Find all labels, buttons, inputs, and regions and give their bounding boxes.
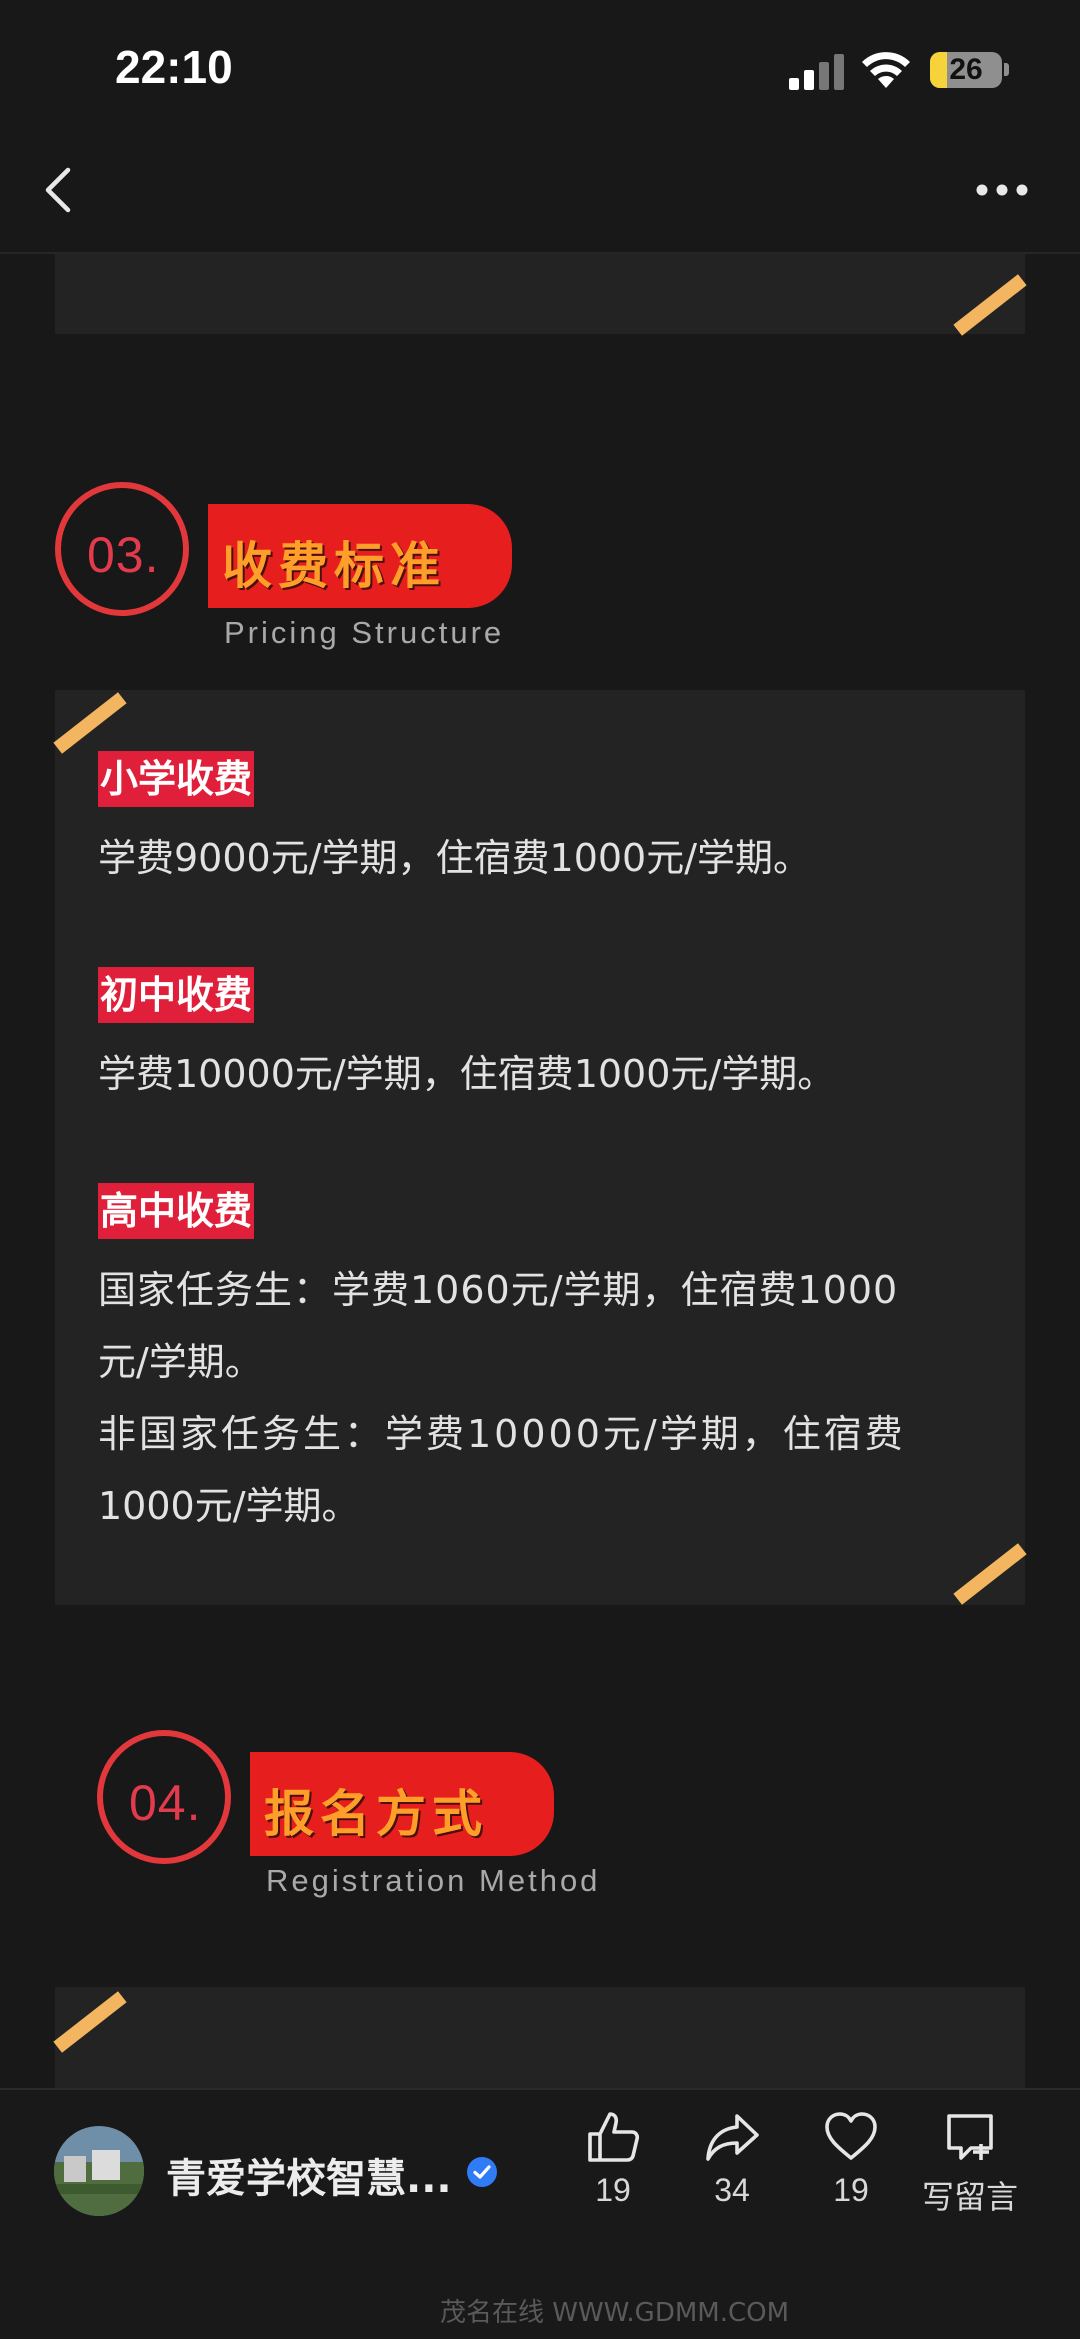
high-fee-line-1: 国家任务生：学费1060元/学期，住宿费1000 <box>98 1268 899 1312</box>
section-03-title: 收费标准 <box>222 537 446 595</box>
middle-fee-text: 学费10000元/学期，住宿费1000元/学期。 <box>98 1052 836 1096</box>
high-fee-line-2: 元/学期。 <box>98 1340 263 1384</box>
middle-fee-tag: 初中收费 <box>98 967 255 1023</box>
previous-section-panel <box>55 254 1027 336</box>
section-04-subtitle: Registration Method <box>266 1863 601 1898</box>
pricing-panel: 小学收费 学费9000元/学期，住宿费1000元/学期。 初中收费 学费1000… <box>53 690 1027 1605</box>
high-fee-tag: 高中收费 <box>98 1183 255 1239</box>
high-fee-line-4: 1000元/学期。 <box>98 1484 360 1528</box>
pricing-item-middle: 初中收费 <box>98 967 255 1023</box>
primary-fee-tag: 小学收费 <box>98 751 255 807</box>
back-chevron-icon[interactable] <box>30 160 90 220</box>
primary-fee-text: 学费9000元/学期，住宿费1000元/学期。 <box>98 836 812 880</box>
account-name[interactable]: 青爱学校智慧... <box>166 2146 452 2204</box>
section-03-badge: 03. <box>55 482 189 616</box>
section-04-badge: 04. <box>97 1730 231 1864</box>
write-comment-button[interactable]: 写留言 <box>915 2108 1025 2218</box>
section-03-number: 03. <box>87 527 160 583</box>
cellular-signal-icon <box>789 54 845 90</box>
share-button[interactable]: 34 <box>677 2108 787 2209</box>
account-avatar[interactable] <box>54 2126 144 2216</box>
verified-badge-icon <box>467 2157 497 2187</box>
section-04-title-pill: 报名方式 <box>250 1752 554 1856</box>
battery-cap <box>1004 63 1009 76</box>
battery-level: 26 <box>949 53 983 86</box>
share-count: 34 <box>714 2172 750 2208</box>
wifi-icon <box>862 52 910 88</box>
section-04-number: 04. <box>129 1775 202 1831</box>
section-03-title-pill: 收费标准 <box>208 504 512 608</box>
pricing-item-primary: 小学收费 <box>98 751 255 807</box>
heart-icon <box>825 2112 877 2160</box>
status-time: 22:10 <box>115 41 233 93</box>
more-options-icon[interactable] <box>970 170 1034 210</box>
registration-panel <box>53 1987 1025 2088</box>
share-arrow-icon <box>706 2114 759 2161</box>
section-03-subtitle: Pricing Structure <box>224 615 505 650</box>
favorite-button[interactable]: 19 <box>796 2108 906 2209</box>
write-comment-label: 写留言 <box>921 2178 1018 2216</box>
comment-add-icon <box>947 2114 993 2160</box>
like-count: 19 <box>595 2172 631 2208</box>
favorite-count: 19 <box>833 2172 869 2208</box>
pricing-item-high: 高中收费 <box>98 1183 255 1239</box>
high-fee-line-3: 非国家任务生：学费10000元/学期，住宿费 <box>98 1412 906 1456</box>
site-watermark: 茂名在线 WWW.GDMM.COM <box>440 2298 790 2328</box>
like-button[interactable]: 19 <box>558 2108 668 2209</box>
battery-icon: 26 <box>930 52 1002 88</box>
thumbs-up-icon <box>588 2112 640 2162</box>
section-04-title: 报名方式 <box>264 1785 488 1843</box>
